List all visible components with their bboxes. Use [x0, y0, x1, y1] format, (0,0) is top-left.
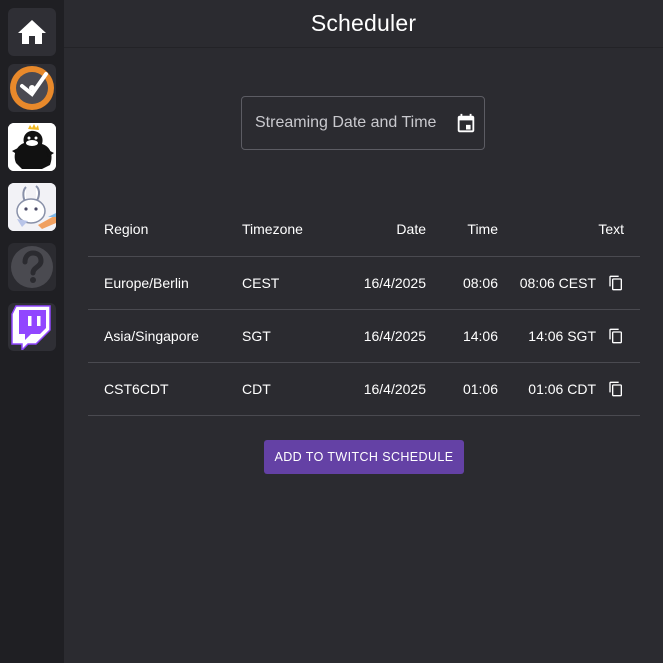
rabbit-avatar-icon [8, 183, 56, 231]
cell-text-value: 01:06 CDT [528, 381, 596, 397]
sidebar [0, 0, 64, 663]
copy-icon[interactable] [608, 274, 624, 292]
cell-date: 16/4/2025 [334, 309, 426, 363]
column-header-text: Text [498, 202, 640, 257]
cell-text: 14:06 SGT [498, 309, 640, 363]
cell-text-value: 14:06 SGT [528, 328, 596, 344]
column-header-date: Date [334, 202, 426, 257]
page-header: Scheduler [64, 0, 663, 48]
cell-date: 16/4/2025 [334, 362, 426, 416]
sidebar-item-twitch[interactable] [8, 303, 56, 351]
question-mark-icon [11, 246, 53, 288]
cell-time: 08:06 [426, 256, 498, 310]
clock-app-icon [10, 66, 54, 110]
cell-text-value: 08:06 CEST [519, 275, 596, 291]
twitch-icon [11, 305, 51, 350]
cell-date: 16/4/2025 [334, 256, 426, 310]
page-title: Scheduler [310, 10, 417, 36]
crow-avatar-icon [8, 123, 56, 171]
column-header-timezone: Timezone [242, 202, 334, 257]
add-to-twitch-schedule-button[interactable]: ADD TO TWITCH SCHEDULE [264, 440, 464, 474]
sidebar-item-clock-app[interactable] [8, 64, 56, 112]
copy-icon[interactable] [608, 327, 624, 345]
streaming-datetime-input[interactable]: Streaming Date and Time [241, 96, 485, 150]
cell-timezone: CDT [242, 362, 334, 416]
table-row: Europe/Berlin CEST 16/4/2025 08:06 08:06… [88, 256, 640, 310]
cell-region: Europe/Berlin [88, 256, 242, 310]
datetime-placeholder: Streaming Date and Time [255, 114, 437, 131]
column-header-time: Time [426, 202, 498, 257]
sidebar-item-home[interactable] [8, 8, 56, 56]
cell-time: 14:06 [426, 309, 498, 363]
table-header-row: Region Timezone Date Time Text [88, 202, 640, 257]
calendar-icon[interactable] [455, 113, 477, 140]
table-row: CST6CDT CDT 16/4/2025 01:06 01:06 CDT [88, 362, 640, 416]
sidebar-item-rabbit-app[interactable] [8, 183, 56, 231]
cell-timezone: SGT [242, 309, 334, 363]
cell-region: Asia/Singapore [88, 309, 242, 363]
cell-text: 01:06 CDT [498, 362, 640, 416]
table-row: Asia/Singapore SGT 16/4/2025 14:06 14:06… [88, 309, 640, 363]
sidebar-item-unknown-app[interactable] [8, 243, 56, 291]
cell-timezone: CEST [242, 256, 334, 310]
column-header-region: Region [88, 202, 242, 257]
home-icon [18, 20, 46, 44]
cell-region: CST6CDT [88, 362, 242, 416]
app-root: Scheduler Streaming Date and Time Region… [0, 0, 663, 663]
cell-time: 01:06 [426, 362, 498, 416]
cell-text: 08:06 CEST [498, 256, 640, 310]
copy-icon[interactable] [608, 380, 624, 398]
sidebar-item-crow-app[interactable] [8, 123, 56, 171]
schedule-table: Region Timezone Date Time Text Europe/Be… [88, 202, 640, 416]
